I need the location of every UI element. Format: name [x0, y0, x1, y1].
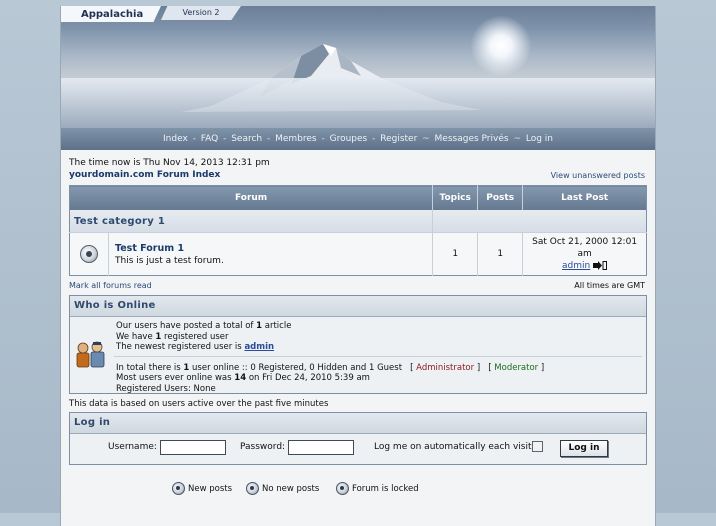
category-title[interactable]: Test category 1 [69, 210, 433, 233]
site-name-tab[interactable]: Appalachia [61, 6, 161, 23]
auto-login-label: Log me on automatically each visit [374, 442, 532, 452]
record-online-line: Most users ever online was 14 on Fri Dec… [116, 373, 370, 383]
legend-new-posts: New posts [172, 482, 232, 496]
activity-note: This data is based on users active over … [69, 399, 329, 409]
forum-name-link[interactable]: Test Forum 1 [115, 243, 431, 254]
col-forum: Forum [69, 185, 434, 210]
header-banner: Appalachia Version 2 [61, 6, 655, 128]
go-to-post-icon[interactable] [593, 261, 608, 270]
nav-groupes[interactable]: Groupes [330, 134, 368, 144]
who-is-online-body: Our users have posted a total of 1 artic… [70, 317, 646, 394]
online-divider [114, 355, 642, 361]
legend-locked: Forum is locked [336, 482, 419, 496]
main-nav: Index - FAQ - Search - Membres - Groupes… [61, 128, 655, 150]
username-label: Username: [108, 442, 157, 452]
administrator-legend: Administrator [416, 362, 475, 373]
forum-index-link[interactable]: yourdomain.com Forum Index [69, 170, 220, 180]
login-title[interactable]: Log in [70, 413, 646, 434]
forum-table: Forum Topics Posts Last Post Test catego… [69, 185, 647, 276]
nav-register[interactable]: Register [380, 134, 417, 144]
clouds-image [61, 78, 655, 128]
no-new-posts-icon [80, 245, 98, 263]
nav-messages-prives[interactable]: Messages Privés [435, 134, 509, 144]
table-header-row: Forum Topics Posts Last Post [69, 185, 647, 210]
forum-locked-icon [336, 482, 349, 495]
users-online-icon [76, 341, 105, 368]
category-row: Test category 1 [69, 210, 647, 233]
users-online-line: In total there is 1 user online :: 0 Reg… [116, 362, 545, 373]
last-post-user-link[interactable]: admin [562, 261, 590, 271]
timezone-note: All times are GMT [574, 281, 645, 290]
total-posts-line: Our users have posted a total of 1 artic… [116, 321, 292, 331]
forum-topics-count: 1 [432, 232, 478, 276]
newest-user-link[interactable]: admin [244, 342, 274, 352]
registered-online-line: Registered Users: None [116, 383, 216, 394]
mark-forums-read-link[interactable]: Mark all forums read [69, 281, 152, 290]
moderator-legend: Moderator [494, 362, 539, 373]
col-topics: Topics [432, 185, 479, 210]
new-posts-icon [172, 482, 185, 495]
nav-search[interactable]: Search [231, 134, 262, 144]
legend-no-new-posts: No new posts [246, 482, 319, 496]
no-new-posts-legend-icon [246, 482, 259, 495]
nav-login[interactable]: Log in [526, 134, 553, 144]
password-input[interactable] [288, 440, 354, 455]
forum-row: Test Forum 1 This is just a test forum. … [69, 232, 647, 276]
username-input[interactable] [160, 440, 226, 455]
who-is-online-text: Our users have posted a total of 1 artic… [114, 321, 642, 394]
nav-faq[interactable]: FAQ [201, 134, 218, 144]
col-posts: Posts [477, 185, 524, 210]
registered-users-line: We have 1 registered user [116, 331, 229, 342]
forum-description: This is just a test forum. [115, 255, 224, 266]
current-time: The time now is Thu Nov 14, 2013 12:31 p… [69, 158, 270, 168]
nav-membres[interactable]: Membres [275, 134, 317, 144]
forum-status-cell [69, 232, 109, 276]
forum-posts-count: 1 [477, 232, 523, 276]
view-unanswered-link[interactable]: View unanswered posts [551, 171, 645, 180]
forum-info-cell: Test Forum 1 This is just a test forum. [108, 232, 433, 276]
who-is-online-title[interactable]: Who is Online [70, 296, 646, 317]
last-post-date: Sat Oct 21, 2000 12:01 am [532, 237, 638, 259]
version-tab: Version 2 [161, 6, 241, 20]
who-is-online-box: Who is Online Our users have posted a to… [69, 295, 647, 394]
auto-login-checkbox[interactable] [532, 441, 543, 452]
col-last-post: Last Post [522, 185, 647, 210]
page-wrapper: Appalachia Version 2 Index - FAQ - Searc… [60, 6, 656, 526]
login-form: Username: Password: Log me on automatica… [70, 434, 646, 464]
login-button[interactable]: Log in [560, 440, 608, 457]
nav-index[interactable]: Index [163, 134, 188, 144]
newest-user-line: The newest registered user is admin [116, 342, 275, 352]
forum-last-post-cell: Sat Oct 21, 2000 12:01 am admin [522, 232, 647, 276]
password-label: Password: [240, 442, 286, 452]
login-box: Log in Username: Password: Log me on aut… [69, 412, 647, 465]
